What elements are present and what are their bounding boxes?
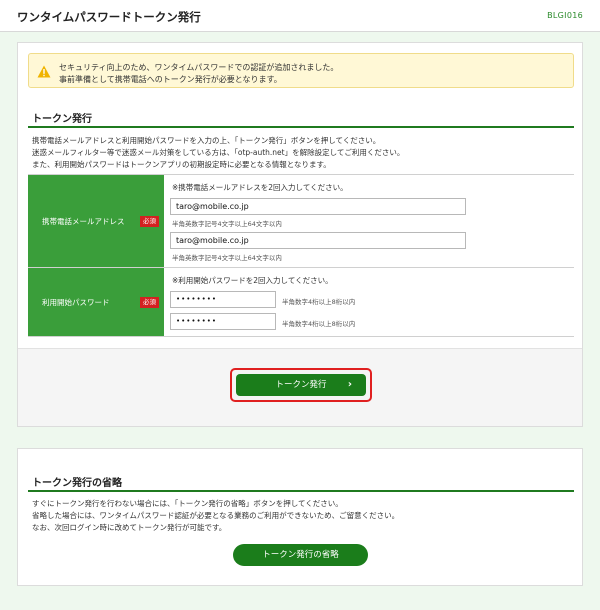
skip-description-line-1: すぐにトークン発行を行わない場合には、「トークン発行の省略」ボタンを押してくださ… bbox=[32, 499, 343, 508]
form-row-email: 携帯電話メールアドレス 必須 ※携帯電話メールアドレスを2回入力してください。 … bbox=[28, 175, 574, 268]
email-confirm-input[interactable]: taro@mobile.co.jp bbox=[170, 232, 466, 249]
page-title: ワンタイムパスワードトークン発行 bbox=[17, 10, 201, 24]
section-title-token-issue: トークン発行 bbox=[32, 114, 92, 125]
email-hint: 半角英数字記号4文字以上64文字以内 bbox=[172, 220, 282, 228]
token-issue-card: セキュリティ向上のため、ワンタイムパスワードでの認証が追加されました。 事前準備… bbox=[17, 42, 583, 427]
password-hint: 半角数字4桁以上8桁以内 bbox=[282, 298, 356, 306]
warning-line-2: 事前準備として携帯電話へのトークン発行が必要となります。 bbox=[59, 75, 282, 84]
password-note: ※利用開始パスワードを2回入力してください。 bbox=[172, 276, 333, 285]
description-line-2: 迷惑メールフィルター等で迷惑メール対策をしている方は、「otp-auth.net… bbox=[32, 148, 405, 157]
email-confirm-hint: 半角英数字記号4文字以上64文字以内 bbox=[172, 254, 282, 262]
form-label-cell: 携帯電話メールアドレス 必須 bbox=[28, 175, 164, 267]
button-highlight-frame: トークン発行 › bbox=[230, 368, 372, 402]
password-label: 利用開始パスワード bbox=[42, 298, 110, 307]
page-header: ワンタイムパスワードトークン発行 BLGI016 bbox=[0, 0, 600, 32]
email-label: 携帯電話メールアドレス bbox=[42, 217, 125, 226]
token-issue-button-label: トークン発行 bbox=[275, 380, 327, 390]
section-title-skip: トークン発行の省略 bbox=[32, 478, 122, 489]
chevron-right-icon: › bbox=[347, 379, 352, 390]
warning-banner: セキュリティ向上のため、ワンタイムパスワードでの認証が追加されました。 事前準備… bbox=[28, 53, 574, 88]
description-line-3: また、利用開始パスワードはトークンアプリの初期設定時に必要となる情報となります。 bbox=[32, 160, 331, 169]
skip-token-issue-button[interactable]: トークン発行の省略 bbox=[233, 544, 368, 566]
token-form-table: 携帯電話メールアドレス 必須 ※携帯電話メールアドレスを2回入力してください。 … bbox=[28, 174, 574, 337]
skip-description-line-2: 省略した場合には、ワンタイムパスワード認証が必要となる業務のご利用ができないため… bbox=[32, 511, 400, 520]
password-confirm-input[interactable]: •••••••• bbox=[170, 313, 276, 330]
form-row-password: 利用開始パスワード 必須 ※利用開始パスワードを2回入力してください。 ••••… bbox=[28, 268, 574, 337]
form-field-cell: ※利用開始パスワードを2回入力してください。 •••••••• 半角数字4桁以上… bbox=[165, 268, 574, 336]
warning-line-1: セキュリティ向上のため、ワンタイムパスワードでの認証が追加されました。 bbox=[59, 63, 339, 72]
email-note: ※携帯電話メールアドレスを2回入力してください。 bbox=[172, 183, 348, 192]
screen-code: BLGI016 bbox=[547, 11, 583, 20]
required-badge: 必須 bbox=[140, 297, 159, 308]
skip-card: トークン発行の省略 すぐにトークン発行を行わない場合には、「トークン発行の省略」… bbox=[17, 448, 583, 586]
token-issue-button[interactable]: トークン発行 › bbox=[236, 374, 366, 396]
action-area: トークン発行 › bbox=[18, 348, 582, 426]
skip-description-line-3: なお、次回ログイン時に改めてトークン発行が可能です。 bbox=[32, 523, 227, 532]
password-confirm-hint: 半角数字4桁以上8桁以内 bbox=[282, 320, 356, 328]
form-field-cell: ※携帯電話メールアドレスを2回入力してください。 taro@mobile.co.… bbox=[165, 175, 574, 267]
form-label-cell: 利用開始パスワード 必須 bbox=[28, 268, 164, 336]
required-badge: 必須 bbox=[140, 216, 159, 227]
section-divider bbox=[28, 490, 574, 492]
password-input[interactable]: •••••••• bbox=[170, 291, 276, 308]
warning-icon bbox=[37, 65, 51, 78]
description-line-1: 携帯電話メールアドレスと利用開始パスワードを入力の上、「トークン発行」ボタンを押… bbox=[32, 136, 381, 145]
section-divider bbox=[28, 126, 574, 128]
email-input[interactable]: taro@mobile.co.jp bbox=[170, 198, 466, 215]
